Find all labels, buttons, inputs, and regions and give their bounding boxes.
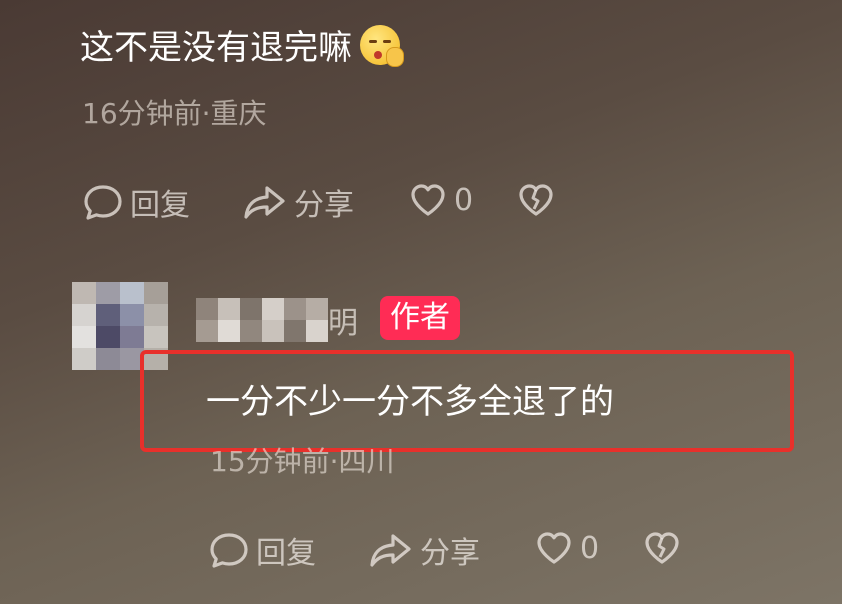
heart-icon — [411, 184, 445, 216]
comment-2-dislike-button[interactable] — [642, 528, 682, 568]
comment-1-reply-button[interactable]: 回复 — [82, 180, 190, 224]
broken-heart-icon — [645, 532, 679, 564]
username-fragment: 明 — [328, 306, 358, 341]
comment-2-meta: 15分钟前·四川 — [210, 445, 395, 478]
comment-1-text: 这不是没有退完嘛 — [80, 20, 404, 69]
comment-1-like-button[interactable]: 0 — [408, 180, 473, 220]
author-badge: 作者 — [380, 296, 460, 340]
comment-2-text: 一分不少一分不多全退了的 — [206, 382, 614, 422]
shush-emoji-icon — [360, 25, 404, 67]
reply-label: 回复 — [256, 536, 316, 571]
comment-2-reply-button[interactable]: 回复 — [208, 528, 316, 572]
comment-2-like-button[interactable]: 0 — [534, 528, 599, 568]
broken-heart-icon — [519, 184, 553, 216]
share-icon — [370, 534, 411, 567]
comment-1-dislike-button[interactable] — [516, 180, 556, 220]
comment-1-share-button[interactable]: 分享 — [242, 180, 354, 224]
reply-icon — [84, 185, 122, 220]
share-label: 分享 — [294, 188, 354, 223]
comment-1-text-label: 这不是没有退完嘛 — [80, 28, 352, 68]
reply-icon — [210, 533, 248, 568]
comment-1-meta: 16分钟前·重庆 — [82, 97, 267, 130]
like-count: 0 — [454, 182, 474, 218]
heart-icon — [537, 532, 571, 564]
reply-label: 回复 — [130, 188, 190, 223]
comment-2-share-button[interactable]: 分享 — [368, 528, 480, 572]
share-icon — [244, 186, 285, 219]
username-pixelated[interactable] — [196, 298, 328, 342]
like-count: 0 — [580, 530, 600, 566]
share-label: 分享 — [420, 536, 480, 571]
